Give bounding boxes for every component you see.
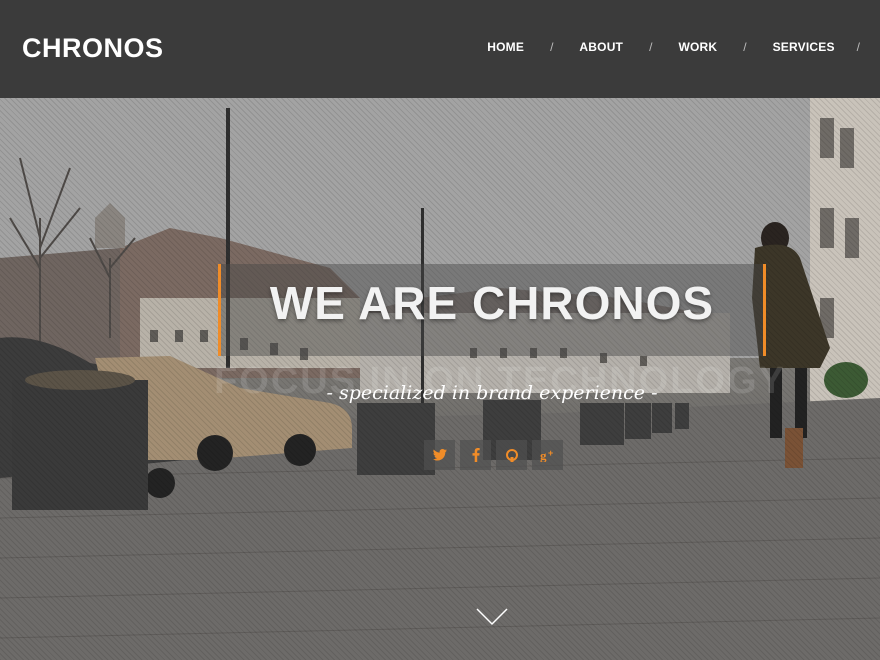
nav-separator: / <box>743 40 747 54</box>
scroll-down-button[interactable] <box>476 608 508 626</box>
nav-home[interactable]: HOME <box>487 40 524 54</box>
nav-separator: / <box>856 40 860 54</box>
github-button[interactable] <box>496 440 527 470</box>
nav-services[interactable]: SERVICES <box>773 40 835 54</box>
nav-work[interactable]: WORK <box>678 40 717 54</box>
hero-title: WE ARE CHRONOS <box>269 277 715 329</box>
main-nav: HOME / ABOUT / WORK / SERVICES / <box>487 40 860 54</box>
social-links: g + <box>424 440 563 470</box>
twitter-button[interactable] <box>424 440 455 470</box>
github-icon <box>505 449 518 462</box>
nav-separator: / <box>649 40 653 54</box>
google-plus-icon: g + <box>540 448 553 462</box>
chevron-down-icon <box>476 608 508 626</box>
google-plus-button[interactable]: g + <box>532 440 563 470</box>
facebook-button[interactable] <box>460 440 491 470</box>
nav-about[interactable]: ABOUT <box>579 40 623 54</box>
hero-tagline: - specialized in brand experience - <box>326 382 658 404</box>
twitter-icon <box>432 449 447 461</box>
nav-separator: / <box>550 40 554 54</box>
svg-text:+: + <box>548 448 553 458</box>
hero-section: WE ARE CHRONOS FOCUS IN ON TECHNOLOGY - … <box>0 98 880 660</box>
site-logo[interactable]: CHRONOS <box>22 33 164 64</box>
facebook-icon <box>472 448 480 462</box>
svg-text:g: g <box>540 448 547 462</box>
site-header: CHRONOS HOME / ABOUT / WORK / SERVICES / <box>0 0 880 98</box>
